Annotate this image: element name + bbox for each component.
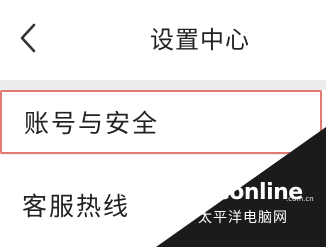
page-title: 设置中心 — [150, 26, 250, 54]
settings-item-label: 账号与安全 — [24, 109, 160, 138]
watermark-domain: .com.cn — [286, 195, 314, 203]
chevron-left-icon — [18, 22, 38, 58]
section-divider — [0, 80, 326, 90]
back-button[interactable] — [10, 20, 46, 60]
watermark-logo: PConline .com.cn 太平洋电脑网 — [198, 180, 318, 240]
settings-screen: 设置中心 账号与安全 客服热线 PConline .com.cn 太平洋电脑网 — [0, 0, 326, 247]
settings-item-label: 客服热线 — [22, 192, 131, 221]
watermark-subtitle: 太平洋电脑网 — [198, 210, 288, 226]
nav-bar: 设置中心 — [0, 0, 326, 80]
